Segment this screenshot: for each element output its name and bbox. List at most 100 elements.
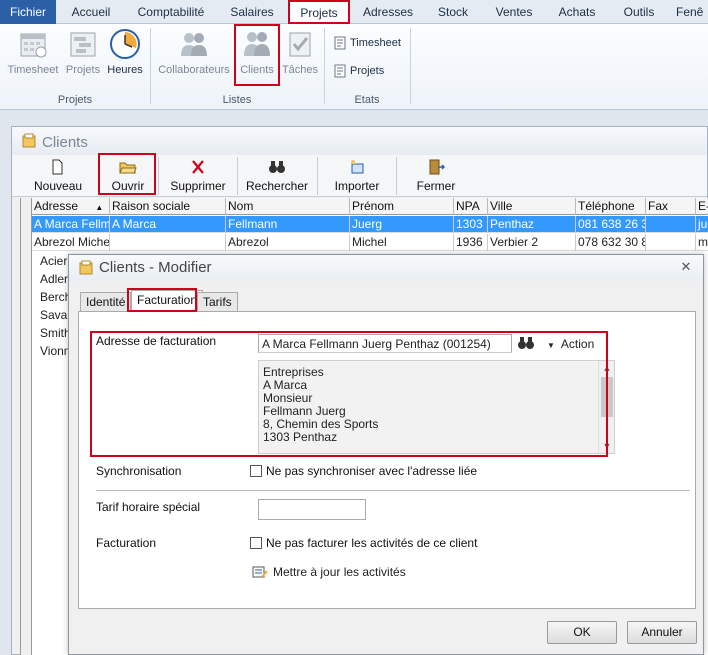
fermer-button[interactable]: Fermer	[414, 159, 458, 193]
clock-icon	[109, 28, 141, 60]
nouveau-label: Nouveau	[34, 179, 83, 193]
close-icon[interactable]: ✕	[679, 260, 693, 274]
col-npa[interactable]: NPA	[454, 198, 488, 215]
tab-salaires[interactable]: Salaires	[222, 0, 282, 24]
col-telephone[interactable]: Téléphone	[576, 198, 646, 215]
clients-icon	[241, 28, 273, 60]
gantt-icon	[67, 28, 99, 60]
cell: Juerg	[350, 216, 454, 233]
col-adresse[interactable]: Adresse ▲	[32, 198, 110, 215]
importer-button[interactable]: Importer	[334, 159, 380, 193]
tab-identite[interactable]: Identité	[80, 292, 132, 311]
tarif-label: Tarif horaire spécial	[96, 500, 201, 514]
tab-fenetre[interactable]: Fenê	[676, 0, 708, 24]
new-document-icon	[48, 159, 66, 175]
clients-modifier-dialog: Clients - Modifier ✕ Identité Facturatio…	[68, 254, 704, 655]
ok-button[interactable]: OK	[547, 621, 617, 644]
tab-fichier[interactable]: Fichier	[0, 0, 56, 24]
col-ville[interactable]: Ville	[488, 198, 576, 215]
tab-tarifs[interactable]: Tarifs	[197, 292, 238, 311]
caret-down-icon: ▼	[547, 341, 555, 350]
tab-comptabilite[interactable]: Comptabilité	[128, 0, 214, 24]
exit-door-icon	[427, 159, 445, 175]
supprimer-button[interactable]: Supprimer	[170, 159, 226, 193]
tab-achats[interactable]: Achats	[550, 0, 604, 24]
address-line: Entreprises	[263, 365, 324, 379]
col-email[interactable]: E-M	[696, 198, 708, 215]
ribbon-taches-label: Tâches	[281, 64, 319, 76]
checkbox-box[interactable]	[250, 465, 262, 477]
no-billing-checkbox[interactable]: Ne pas facturer les activités de ce clie…	[250, 536, 477, 550]
tab-adresses[interactable]: Adresses	[358, 0, 418, 24]
nouveau-button[interactable]: Nouveau	[34, 159, 83, 193]
ribbon-projets-button[interactable]: Projets	[62, 28, 104, 76]
ribbon-heures-button[interactable]: Heures	[104, 28, 146, 76]
tab-stock[interactable]: Stock	[428, 0, 478, 24]
cell: Michel	[350, 234, 454, 251]
col-fax[interactable]: Fax	[646, 198, 696, 215]
binoculars-icon[interactable]	[517, 336, 535, 350]
grid-row-header	[21, 198, 32, 655]
report-icon	[334, 36, 347, 50]
cell	[646, 234, 696, 251]
cancel-button[interactable]: Annuler	[627, 621, 697, 644]
billing-address-field[interactable]: A Marca Fellmann Juerg Penthaz (001254)	[258, 334, 512, 353]
ribbon-collaborateurs-button[interactable]: Collaborateurs	[156, 28, 232, 76]
update-activities-link[interactable]: Mettre à jour les activités	[252, 565, 406, 579]
scroll-up-icon[interactable]: ▲	[599, 361, 615, 375]
cell: jue	[698, 217, 708, 231]
sort-asc-icon: ▲	[95, 203, 104, 212]
app-icon	[22, 133, 38, 149]
scrollbar[interactable]: ▲ ▼	[598, 361, 614, 453]
col-adresse-label: Adresse	[34, 199, 79, 213]
ribbon-taches-button[interactable]: Tâches	[280, 28, 320, 76]
app-icon	[79, 260, 95, 276]
cell: Abrezol	[226, 234, 350, 251]
group-label-etats: Etats	[354, 94, 380, 106]
tab-facturation[interactable]: Facturation	[131, 290, 204, 312]
table-row[interactable]: Abrezol Michel Abrezol Michel 1936 Verbi…	[32, 234, 708, 251]
billing-label: Facturation	[96, 536, 157, 550]
ouvrir-button[interactable]: Ouvrir	[102, 159, 154, 193]
cell: 081 638 26 31	[576, 216, 646, 233]
col-nom[interactable]: Nom	[226, 198, 350, 215]
dialog-title: Clients - Modifier	[99, 259, 212, 276]
clients-window-titlebar: Clients	[12, 127, 707, 155]
cell: 1936	[454, 234, 488, 251]
scroll-thumb[interactable]	[601, 377, 613, 417]
ribbon-timesheet-button[interactable]: Timesheet	[6, 28, 60, 76]
scroll-down-icon[interactable]: ▼	[599, 439, 615, 453]
col-prenom[interactable]: Prénom	[350, 198, 454, 215]
ribbon: Timesheet Projets Heures Projets Collabo…	[0, 24, 708, 110]
cell: Abrezol Michel	[34, 234, 110, 251]
cell	[646, 216, 696, 233]
import-icon	[348, 159, 366, 175]
tab-accueil[interactable]: Accueil	[62, 0, 120, 24]
col-raison-sociale[interactable]: Raison sociale	[110, 198, 226, 215]
rechercher-button[interactable]: Rechercher	[246, 159, 308, 193]
ribbon-clients-button[interactable]: Clients	[236, 28, 278, 76]
ribbon-collaborateurs-label: Collaborateurs	[158, 64, 230, 76]
etats-timesheet-button[interactable]: Timesheet	[334, 33, 401, 53]
binoculars-icon	[268, 159, 286, 175]
sync-checkbox[interactable]: Ne pas synchroniser avec l'adresse liée	[250, 464, 477, 478]
tab-projets[interactable]: Projets	[288, 0, 350, 25]
checkbox-box[interactable]	[250, 537, 262, 549]
table-row[interactable]: A Marca Fellma A Marca Fellmann Juerg 13…	[32, 216, 708, 233]
tarif-input[interactable]	[258, 499, 366, 520]
address-preview[interactable]: Entreprises A Marca Monsieur Fellmann Ju…	[258, 360, 615, 454]
divider	[96, 490, 690, 491]
ribbon-timesheet-label: Timesheet	[7, 64, 59, 76]
action-dropdown[interactable]: ▼ Action	[547, 337, 594, 351]
checklist-icon	[284, 28, 316, 60]
sync-checkbox-label: Ne pas synchroniser avec l'adresse liée	[266, 464, 478, 478]
ouvrir-label: Ouvrir	[111, 179, 145, 193]
group-separator	[410, 28, 411, 104]
etats-projets-button[interactable]: Projets	[334, 61, 384, 81]
toolbar-separator	[237, 157, 238, 195]
tab-outils[interactable]: Outils	[614, 0, 664, 24]
tab-ventes[interactable]: Ventes	[488, 0, 540, 24]
cell: A Marca	[110, 216, 226, 233]
cell: mic	[698, 235, 708, 249]
importer-label: Importer	[334, 179, 380, 193]
